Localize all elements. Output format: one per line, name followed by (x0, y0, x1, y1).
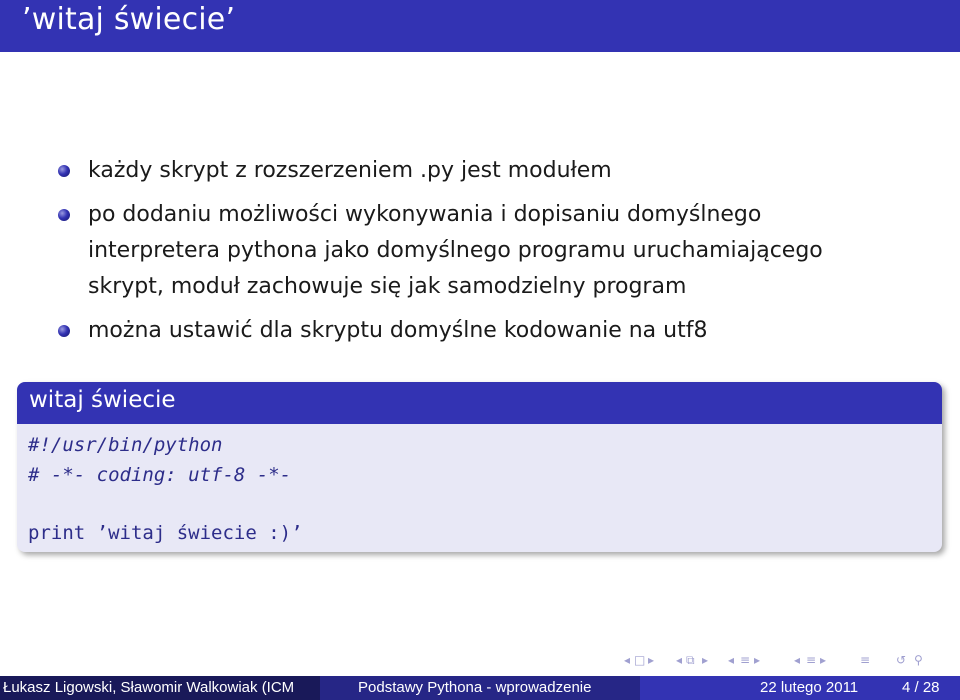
nav-back-icon[interactable]: ↺ (896, 653, 906, 667)
footer-talk-title: Podstawy Pythona - wprowadzenie (358, 679, 592, 696)
nav-prev-frame-icon[interactable]: ◂ (624, 653, 630, 667)
bullet-text: po dodaniu możliwości wykonywania i dopi… (88, 197, 908, 305)
footer-authors-box: Łukasz Ligowski, Sławomir Walkowiak (ICM (0, 676, 320, 700)
bullet-text: można ustawić dla skryptu domyślne kodow… (88, 313, 908, 349)
nav-next-section-icon[interactable]: ▸ (820, 653, 826, 667)
code-block-header: witaj świecie (17, 382, 942, 424)
bullet-text: każdy skrypt z rozszerzeniem .py jest mo… (88, 153, 908, 189)
nav-section-icon[interactable]: ≡ (740, 653, 750, 667)
bullet-line: po dodaniu możliwości wykonywania i dopi… (88, 202, 762, 227)
footer-title-box: Podstawy Pythona - wprowadzenie (320, 676, 640, 700)
footer-authors: Łukasz Ligowski, Sławomir Walkowiak (ICM (3, 679, 295, 696)
bullet-icon (58, 165, 70, 177)
nav-prev-section-icon[interactable]: ◂ (794, 653, 800, 667)
code-block-title: witaj świecie (29, 387, 176, 413)
nav-align-icon[interactable]: ≡ (860, 653, 870, 667)
nav-next-section-icon[interactable]: ▸ (754, 653, 760, 667)
nav-next-subsection-icon[interactable]: ▸ (702, 653, 708, 667)
code-line: print ’witaj świecie :)’ (28, 522, 303, 544)
code-block: witaj świecie #!/usr/bin/python # -*- co… (17, 382, 942, 552)
slide-title-bar: ’witaj świecie’ (0, 0, 960, 52)
bullet-line: skrypt, moduł zachowuje się jak samodzie… (88, 274, 687, 299)
bullet-icon (58, 325, 70, 337)
code-line: #!/usr/bin/python (28, 434, 223, 456)
footer-info-box: 22 lutego 2011 4 / 28 (640, 676, 960, 700)
footer-page-number: 4 / 28 (902, 679, 940, 696)
bullet-line: można ustawić dla skryptu domyślne kodow… (88, 318, 708, 343)
nav-prev-subsection-icon[interactable]: ◂ (676, 653, 682, 667)
slide-footer: Łukasz Ligowski, Sławomir Walkowiak (ICM… (0, 676, 960, 700)
nav-section-icon[interactable]: ≡ (806, 653, 816, 667)
beamer-navigation-bar: ◂ □ ▸ ◂ ⧉ ▸ ◂ ≡ ▸ ◂ ≡ ▸ ≡ ↺ ⚲ (624, 653, 930, 671)
nav-prev-section-icon[interactable]: ◂ (728, 653, 734, 667)
nav-search-icon[interactable]: ⚲ (914, 653, 923, 667)
slide-title: ’witaj świecie’ (22, 2, 236, 37)
bullet-line: każdy skrypt z rozszerzeniem .py jest mo… (88, 158, 612, 183)
bullet-icon (58, 209, 70, 221)
footer-date: 22 lutego 2011 (760, 679, 859, 696)
code-line: # -*- coding: utf-8 -*- (28, 464, 292, 486)
bullet-line: interpretera pythona jako domyślnego pro… (88, 238, 823, 263)
nav-frame-icon[interactable]: □ (634, 653, 645, 667)
nav-subsection-icon[interactable]: ⧉ (686, 653, 695, 668)
nav-next-frame-icon[interactable]: ▸ (648, 653, 654, 667)
